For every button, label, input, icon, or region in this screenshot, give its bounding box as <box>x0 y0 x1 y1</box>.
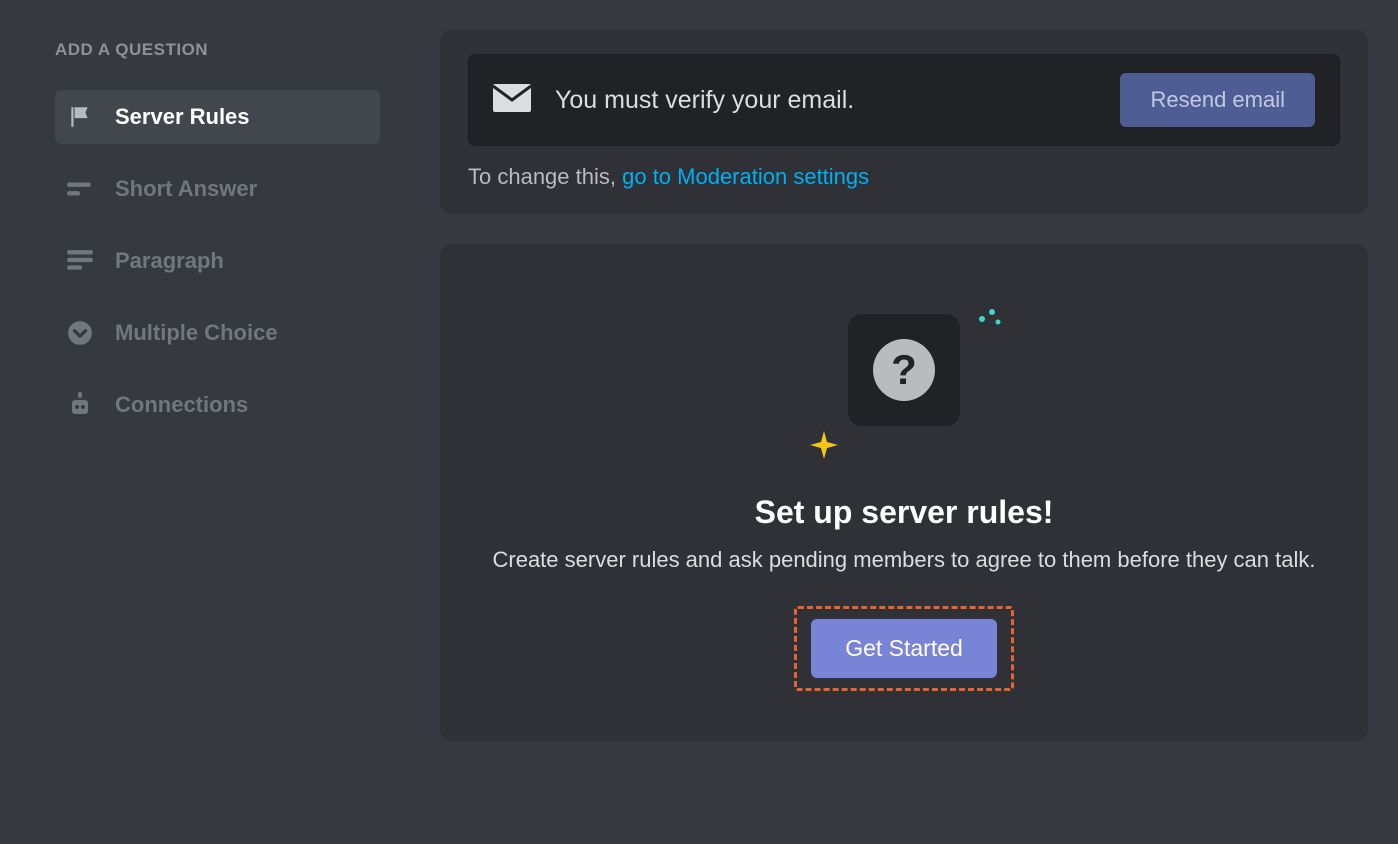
sidebar-item-label: Paragraph <box>115 248 224 274</box>
sparkle-star-icon <box>810 431 838 464</box>
sidebar-item-short-answer[interactable]: Short Answer <box>55 162 380 216</box>
setup-title: Set up server rules! <box>470 494 1338 531</box>
verify-message: You must verify your email. <box>555 86 1120 115</box>
short-lines-icon <box>65 174 95 204</box>
sidebar-item-multiple-choice[interactable]: Multiple Choice <box>55 306 380 360</box>
sidebar-item-label: Multiple Choice <box>115 320 278 346</box>
change-settings-text: To change this, go to Moderation setting… <box>468 164 1340 190</box>
question-mark-icon: ? <box>873 339 935 401</box>
sidebar-item-paragraph[interactable]: Paragraph <box>55 234 380 288</box>
get-started-button[interactable]: Get Started <box>811 619 997 678</box>
change-prefix: To change this, <box>468 164 622 189</box>
chevron-circle-icon <box>65 318 95 348</box>
robot-icon <box>65 390 95 420</box>
setup-illustration: ? <box>804 304 1004 474</box>
sidebar-heading: ADD A QUESTION <box>55 40 380 60</box>
paragraph-lines-icon <box>65 246 95 276</box>
verify-banner: You must verify your email. Resend email <box>468 54 1340 146</box>
sidebar-item-server-rules[interactable]: Server Rules <box>55 90 380 144</box>
sidebar-item-label: Server Rules <box>115 104 250 130</box>
sidebar: ADD A QUESTION Server Rules Short Answer… <box>0 0 400 844</box>
verify-card: You must verify your email. Resend email… <box>440 30 1368 214</box>
get-started-highlight: Get Started <box>794 606 1014 691</box>
resend-email-button[interactable]: Resend email <box>1120 73 1315 127</box>
sidebar-item-connections[interactable]: Connections <box>55 378 380 432</box>
sparkle-dots-icon <box>974 304 1004 339</box>
envelope-icon <box>493 84 531 117</box>
question-box: ? <box>848 314 960 426</box>
sidebar-item-label: Short Answer <box>115 176 257 202</box>
setup-description: Create server rules and ask pending memb… <box>479 545 1329 576</box>
setup-rules-card: ? Set up server rules! Create server rul… <box>440 244 1368 741</box>
moderation-settings-link[interactable]: go to Moderation settings <box>622 164 869 189</box>
main-content: You must verify your email. Resend email… <box>400 0 1398 844</box>
flag-icon <box>65 102 95 132</box>
sidebar-item-label: Connections <box>115 392 248 418</box>
